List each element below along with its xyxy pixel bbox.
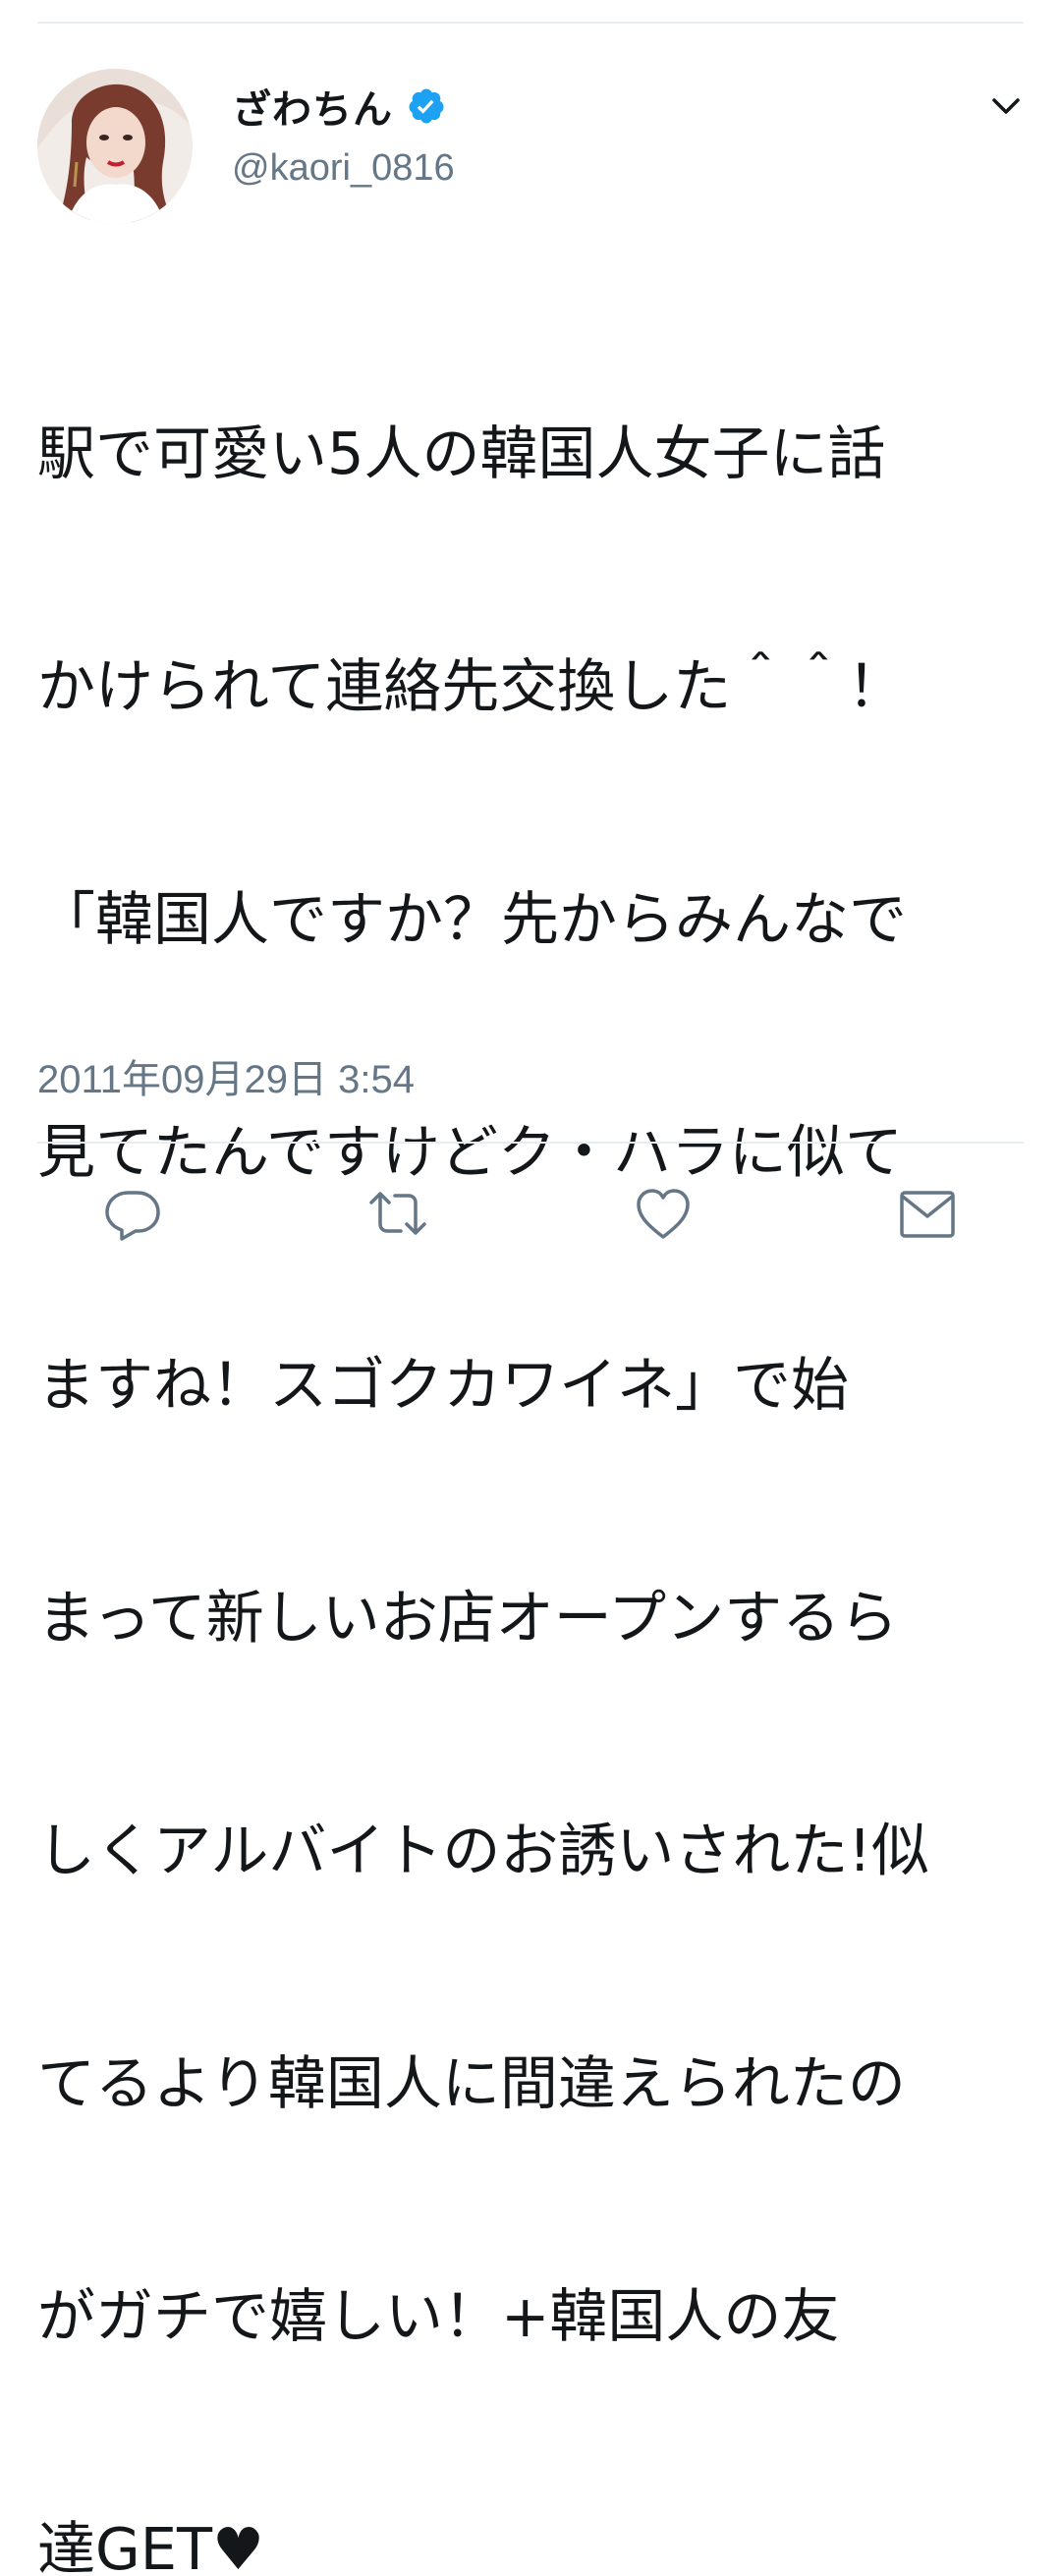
verified-badge-icon <box>407 86 446 126</box>
user-avatar[interactable] <box>37 69 193 224</box>
tweet-line: ますね！スゴクカワイネ」で始 <box>37 1351 850 1419</box>
tweet-text: 駅で可愛い5人の韓国人女子に話 かけられて連絡先交換した＾＾！ 「韓国人ですか？… <box>37 259 1030 2576</box>
heart-icon[interactable] <box>629 1179 698 1248</box>
tweet-actions <box>0 1179 1061 1258</box>
tweet-line: 「韓国人ですか？先からみんなで <box>37 885 908 953</box>
tweet-header: ざわちん @kaori_0816 <box>37 69 1024 226</box>
tweet-timestamp[interactable]: 2011年09月29日 3:54 <box>37 1047 415 1104</box>
tweet-line: てるより韓国人に間違えられたの <box>37 2049 906 2117</box>
retweet-icon[interactable] <box>363 1179 432 1248</box>
tweet-line: かけられて連絡先交換した＾＾！ <box>37 652 906 720</box>
chevron-down-icon[interactable] <box>988 88 1024 124</box>
name-row: ざわちん <box>232 79 446 134</box>
display-name[interactable]: ざわちん <box>232 78 393 135</box>
tweet-line: 達GET♥ <box>37 2515 264 2576</box>
tweet-line: しくアルバイトのお誘いされた!似 <box>37 1817 930 1884</box>
user-handle[interactable]: @kaori_0816 <box>232 147 455 190</box>
avatar-image <box>37 69 193 224</box>
tweet-line: 駅で可愛い5人の韓国人女子に話 <box>37 420 886 487</box>
envelope-icon[interactable] <box>892 1179 961 1248</box>
tweet-line: がガチで嬉しい！+韓国人の友 <box>37 2282 840 2350</box>
bottom-divider <box>37 1142 1024 1144</box>
top-divider <box>37 22 1024 24</box>
tweet-line: まって新しいお店オープンするら <box>37 1584 899 1652</box>
reply-icon[interactable] <box>98 1179 167 1248</box>
